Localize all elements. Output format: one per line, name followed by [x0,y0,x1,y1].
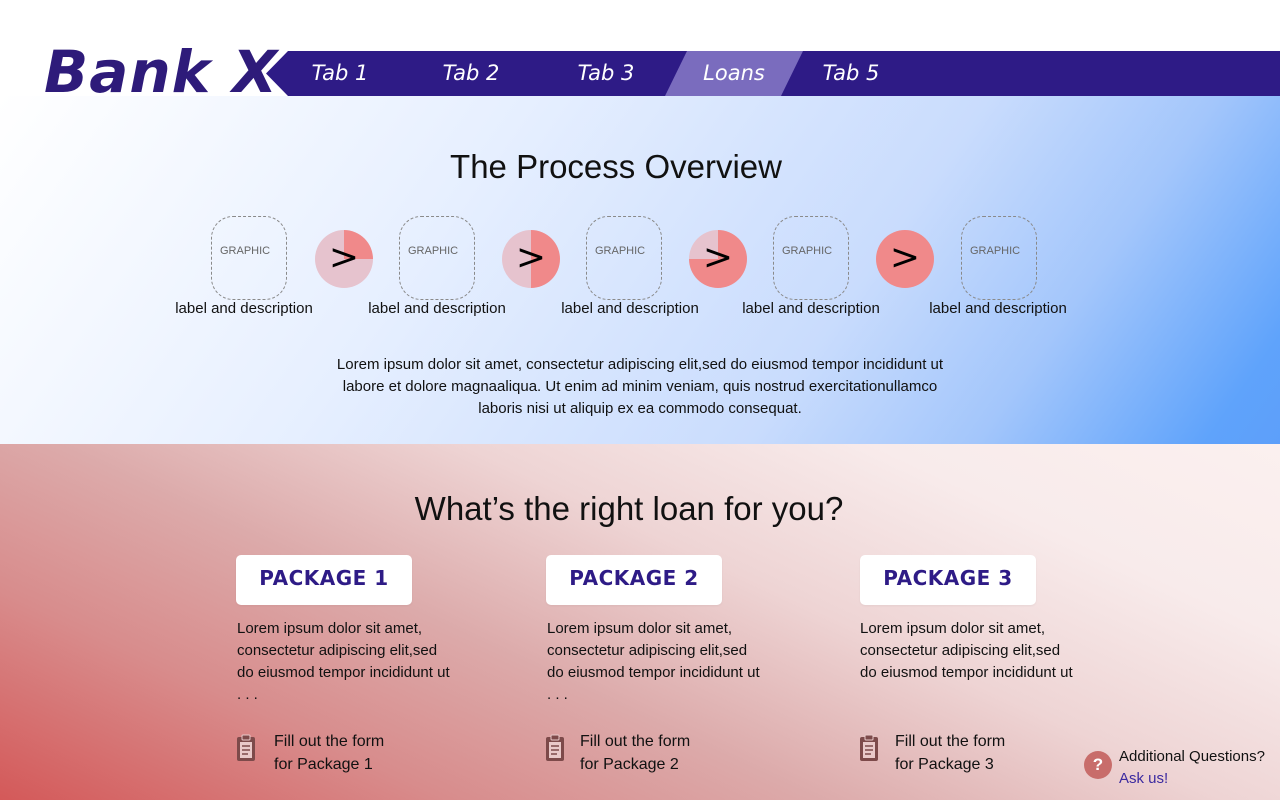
tab-1[interactable]: Tab 1 [300,51,380,96]
process-title: The Process Overview [450,148,782,185]
graphic-placeholder-text: GRAPHIC [595,245,646,257]
step-progress-arrow: > [689,230,747,288]
package-3-button[interactable]: PACKAGE 3 [860,555,1036,605]
help-icon[interactable]: ? [1084,751,1112,779]
step-label: label and description [175,300,313,317]
help-widget: ? Additional Questions? Ask us! [1084,748,1274,792]
step-label: label and description [742,300,880,317]
step-progress-arrow: > [502,230,560,288]
chevron-right-icon: > [889,237,921,278]
tab-loans[interactable]: Loans [665,51,803,96]
form-link-text: Fill out the form for Package 1 [274,730,434,776]
step-progress-arrow: > [315,230,373,288]
clipboard-icon [237,734,255,761]
step-progress-arrow: > [876,230,934,288]
help-question: Additional Questions? [1119,748,1265,765]
step-label: label and description [929,300,1067,317]
tab-3[interactable]: Tab 3 [565,51,647,96]
step-graphic-placeholder: GRAPHIC [586,216,662,300]
chevron-right-icon: > [328,237,360,278]
form-link-line: Fill out the form [274,733,385,750]
process-description: Lorem ipsum dolor sit amet, consectetur … [336,356,944,417]
bank-logo[interactable]: Bank X [44,40,278,104]
graphic-placeholder-text: GRAPHIC [782,245,833,257]
package-1-description: Lorem ipsum dolor sit amet, consectetur … [237,620,450,703]
chevron-right-icon: > [515,237,547,278]
clipboard-icon [546,734,564,761]
package-1-button[interactable]: PACKAGE 1 [236,555,412,605]
form-link-line: for Package 3 [895,756,994,773]
step-label: label and description [561,300,699,317]
graphic-placeholder-text: GRAPHIC [408,245,459,257]
ask-us-link[interactable]: Ask us! [1119,770,1168,787]
graphic-placeholder-text: GRAPHIC [970,245,1021,257]
tab-2[interactable]: Tab 2 [430,51,512,96]
step-graphic-placeholder: GRAPHIC [773,216,849,300]
form-link-text: Fill out the form for Package 3 [895,730,1055,776]
package-3-description: Lorem ipsum dolor sit amet, consectetur … [860,620,1073,681]
graphic-placeholder-text: GRAPHIC [220,245,271,257]
form-link-text: Fill out the form for Package 2 [580,730,740,776]
loans-title: What’s the right loan for you? [414,490,844,527]
step-graphic-placeholder: GRAPHIC [211,216,287,300]
package-1-form-link[interactable]: Fill out the form for Package 1 [236,730,436,778]
clipboard-icon [860,734,878,761]
form-link-line: for Package 1 [274,756,373,773]
package-3-form-link[interactable]: Fill out the form for Package 3 [859,730,1059,778]
step-graphic-placeholder: GRAPHIC [961,216,1037,300]
form-link-line: Fill out the form [580,733,691,750]
form-link-line: for Package 2 [580,756,679,773]
chevron-right-icon: > [702,237,734,278]
step-label: label and description [368,300,506,317]
package-2-form-link[interactable]: Fill out the form for Package 2 [545,730,745,778]
form-link-line: Fill out the form [895,733,1006,750]
package-2-description: Lorem ipsum dolor sit amet, consectetur … [547,620,760,703]
step-graphic-placeholder: GRAPHIC [399,216,475,300]
tab-5[interactable]: Tab 5 [810,51,892,96]
package-2-button[interactable]: PACKAGE 2 [546,555,722,605]
